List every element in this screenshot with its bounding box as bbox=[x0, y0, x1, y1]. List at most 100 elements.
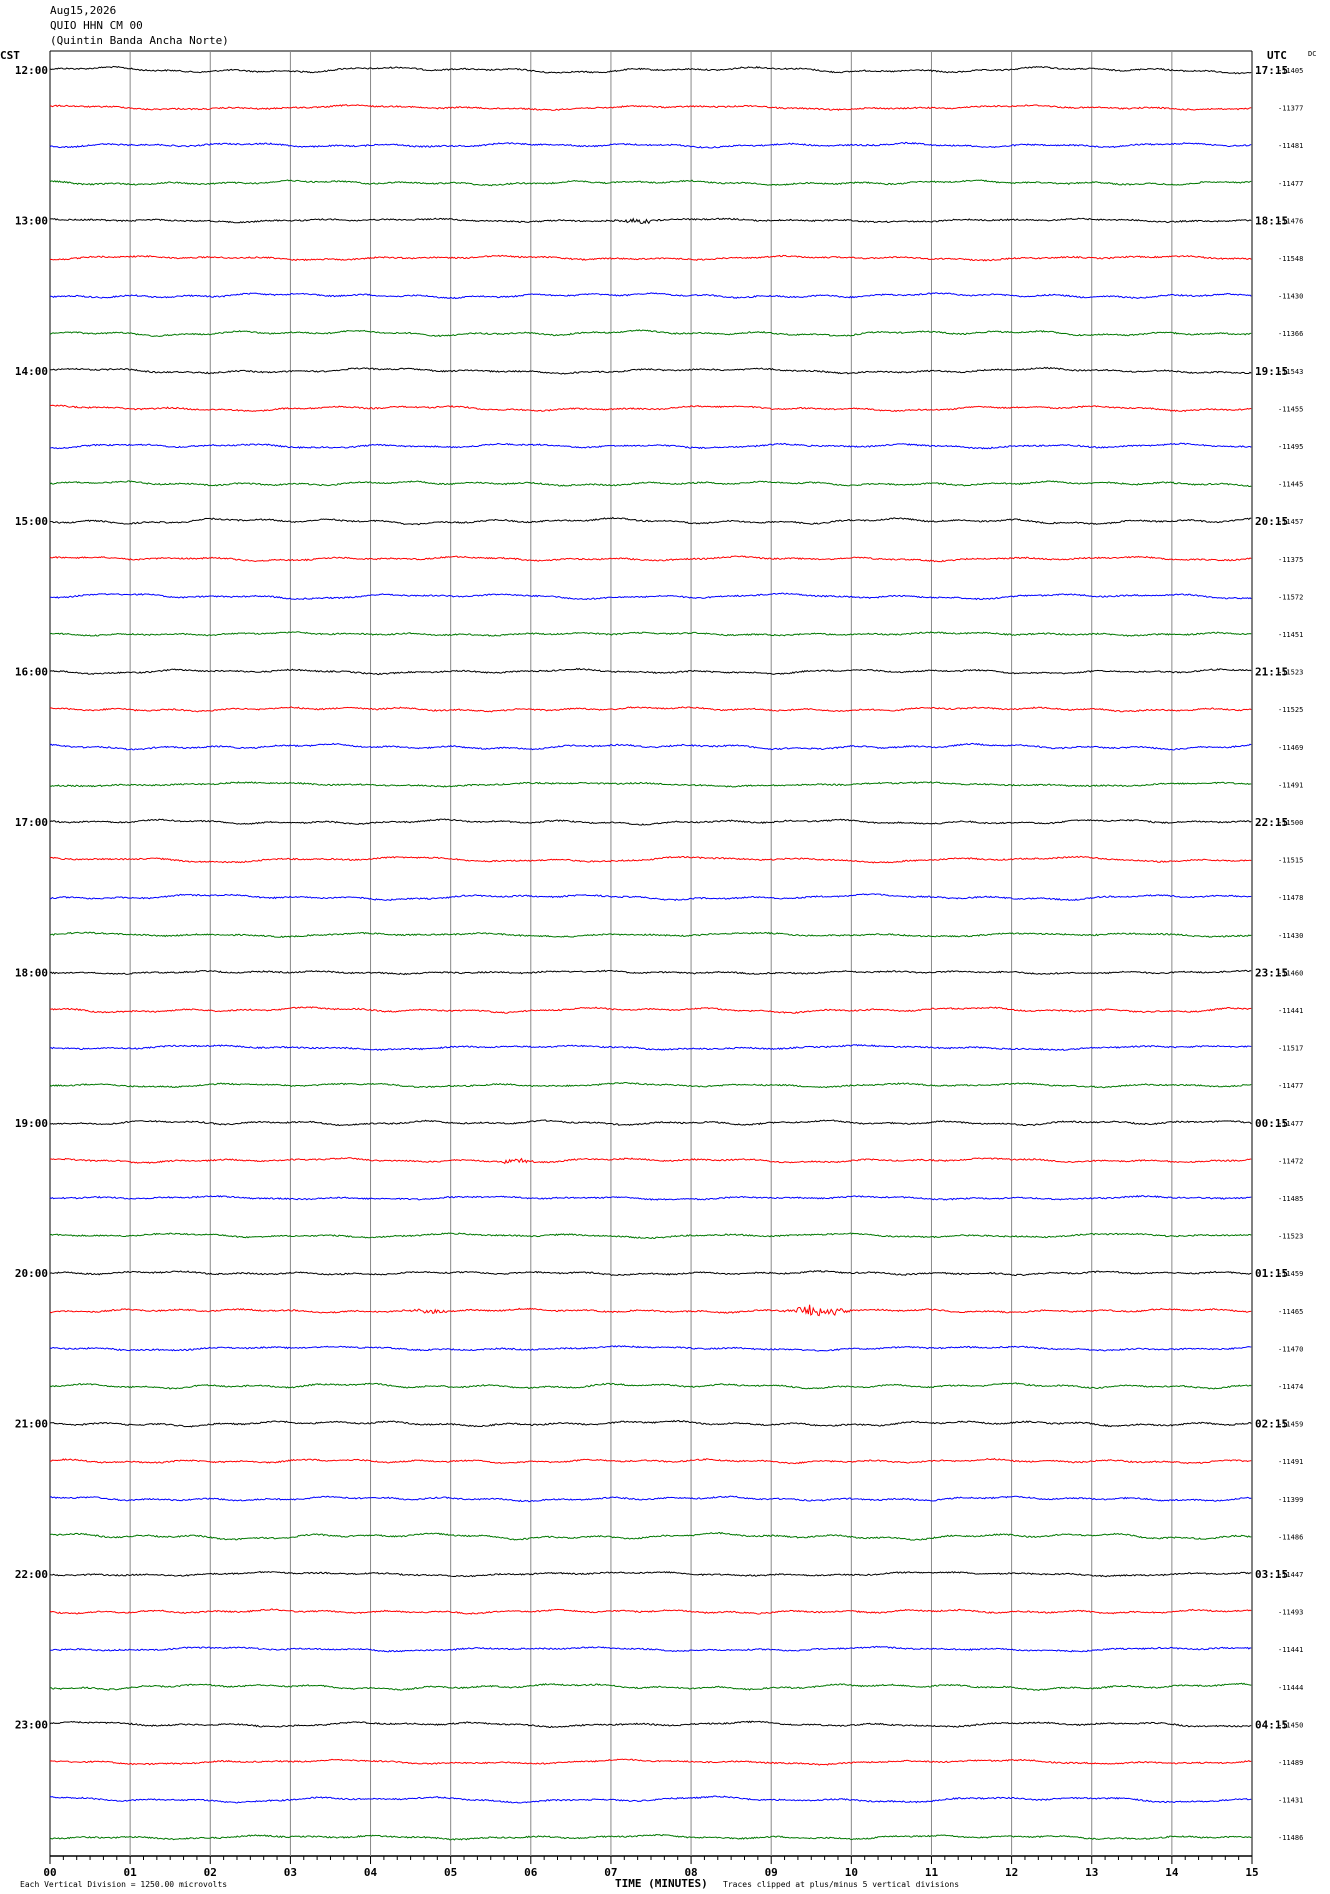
dc-offset-label: -11472 bbox=[1278, 1157, 1303, 1165]
dc-offset-label: -11469 bbox=[1278, 744, 1303, 752]
dc-offset-label: -11489 bbox=[1278, 1759, 1303, 1767]
trace-line bbox=[49, 1608, 1252, 1615]
x-tick-label: 03 bbox=[284, 1866, 297, 1879]
trace-line bbox=[49, 969, 1252, 976]
trace-line bbox=[49, 217, 1252, 225]
trace-line bbox=[49, 931, 1252, 938]
right-axis-label: UTC bbox=[1267, 49, 1287, 62]
grid-layer bbox=[49, 50, 1253, 1864]
dc-offset-label: -11491 bbox=[1278, 1458, 1303, 1466]
dc-offset-label: -11493 bbox=[1278, 1609, 1303, 1617]
trace-line bbox=[49, 1006, 1252, 1014]
dc-offset-label: -11495 bbox=[1278, 443, 1303, 451]
cst-hour-label: 12:00 bbox=[15, 64, 48, 77]
trace-line bbox=[49, 1345, 1252, 1352]
dc-offset-label: -11485 bbox=[1278, 1195, 1303, 1203]
trace-line bbox=[49, 442, 1252, 450]
trace-line bbox=[49, 1382, 1252, 1390]
trace-line bbox=[49, 292, 1252, 300]
x-tick-label: 06 bbox=[524, 1866, 538, 1879]
dc-offset-label: -11444 bbox=[1278, 1684, 1303, 1692]
trace-line bbox=[49, 1304, 1252, 1317]
left-axis-label: CST bbox=[0, 49, 20, 62]
dc-offset-label: -11481 bbox=[1278, 142, 1303, 150]
x-tick-label: 02 bbox=[204, 1866, 217, 1879]
trace-line bbox=[49, 631, 1252, 637]
dc-offset-label: -11477 bbox=[1278, 1082, 1303, 1090]
cst-hour-label: 23:00 bbox=[15, 1718, 48, 1731]
dc-offset-label: -11572 bbox=[1278, 593, 1303, 601]
x-tick-label: 00 bbox=[43, 1866, 56, 1879]
trace-line bbox=[49, 366, 1252, 375]
utc-hour-label: 02:15 bbox=[1255, 1418, 1288, 1431]
cst-hour-label: 20:00 bbox=[15, 1267, 48, 1280]
utc-hour-label: 00:15 bbox=[1255, 1117, 1288, 1130]
trace-line bbox=[49, 329, 1252, 338]
header-date: Aug15,2026 bbox=[50, 4, 116, 17]
trace-line bbox=[49, 555, 1252, 563]
trace-line bbox=[49, 781, 1252, 788]
trace-line bbox=[49, 65, 1252, 75]
trace-line bbox=[49, 1795, 1252, 1804]
trace-line bbox=[49, 104, 1252, 111]
clip-note: Traces clipped at plus/minus 5 vertical … bbox=[723, 1880, 959, 1889]
trace-line bbox=[49, 1570, 1252, 1578]
trace-line bbox=[49, 742, 1252, 751]
trace-line bbox=[49, 1758, 1252, 1766]
dc-offset-label: -11477 bbox=[1278, 180, 1303, 188]
utc-hour-label: 20:15 bbox=[1255, 515, 1288, 528]
trace-line bbox=[49, 179, 1252, 187]
dc-offset-label: -11375 bbox=[1278, 556, 1303, 564]
x-tick-label: 11 bbox=[925, 1866, 939, 1879]
dc-offset-label: -11548 bbox=[1278, 255, 1303, 263]
utc-hour-label: 03:15 bbox=[1255, 1568, 1288, 1581]
trace-line bbox=[49, 141, 1252, 149]
trace-line bbox=[49, 1720, 1252, 1729]
trace-line bbox=[49, 1232, 1252, 1239]
trace-line bbox=[49, 818, 1252, 826]
cst-hour-label: 19:00 bbox=[15, 1117, 48, 1130]
dc-offset-label: -11399 bbox=[1278, 1496, 1303, 1504]
trace-line bbox=[49, 404, 1252, 413]
trace-layer bbox=[49, 65, 1252, 1841]
x-tick-label: 10 bbox=[845, 1866, 858, 1879]
cst-hour-label: 18:00 bbox=[15, 966, 48, 979]
x-tick-label: 05 bbox=[444, 1866, 457, 1879]
utc-hour-label: 21:15 bbox=[1255, 666, 1288, 679]
header-channel: QUIO HHN CM 00 bbox=[50, 19, 143, 32]
x-tick-label: 09 bbox=[765, 1866, 778, 1879]
trace-line bbox=[49, 1269, 1252, 1276]
cst-hour-label: 16:00 bbox=[15, 666, 48, 679]
trace-line bbox=[49, 855, 1252, 864]
dc-offset-label: -11525 bbox=[1278, 706, 1303, 714]
utc-hour-label: 22:15 bbox=[1255, 816, 1288, 829]
trace-line bbox=[49, 1645, 1252, 1653]
trace-line bbox=[49, 1457, 1252, 1465]
dc-offset-label: -11478 bbox=[1278, 894, 1303, 902]
dc-offset-label: -11523 bbox=[1278, 1233, 1303, 1241]
utc-hour-label: 17:15 bbox=[1255, 64, 1288, 77]
utc-hour-label: 01:15 bbox=[1255, 1267, 1288, 1280]
dc-label: DC bbox=[1308, 50, 1316, 58]
trace-line bbox=[49, 1081, 1252, 1089]
dc-offset-label: -11441 bbox=[1278, 1007, 1303, 1015]
scale-note: Each Vertical Division = 1250.00 microvo… bbox=[20, 1880, 227, 1889]
dc-offset-label: -11486 bbox=[1278, 1533, 1303, 1541]
utc-hour-label: 04:15 bbox=[1255, 1718, 1288, 1731]
dc-offset-label: -11441 bbox=[1278, 1646, 1303, 1654]
dc-offset-label: -11451 bbox=[1278, 631, 1303, 639]
trace-line bbox=[49, 1194, 1252, 1201]
trace-line bbox=[49, 1043, 1252, 1052]
trace-line bbox=[49, 1833, 1252, 1841]
dc-offset-label: -11431 bbox=[1278, 1797, 1303, 1805]
trace-line bbox=[49, 893, 1252, 902]
trace-line bbox=[49, 480, 1252, 488]
trace-line bbox=[49, 254, 1252, 262]
x-tick-label: 15 bbox=[1245, 1866, 1258, 1879]
trace-line bbox=[49, 516, 1252, 526]
utc-hour-label: 23:15 bbox=[1255, 966, 1288, 979]
trace-line bbox=[49, 1419, 1252, 1428]
dc-offset-label: -11486 bbox=[1278, 1834, 1303, 1842]
x-tick-label: 12 bbox=[1005, 1866, 1018, 1879]
dc-offset-label: -11455 bbox=[1278, 405, 1303, 413]
